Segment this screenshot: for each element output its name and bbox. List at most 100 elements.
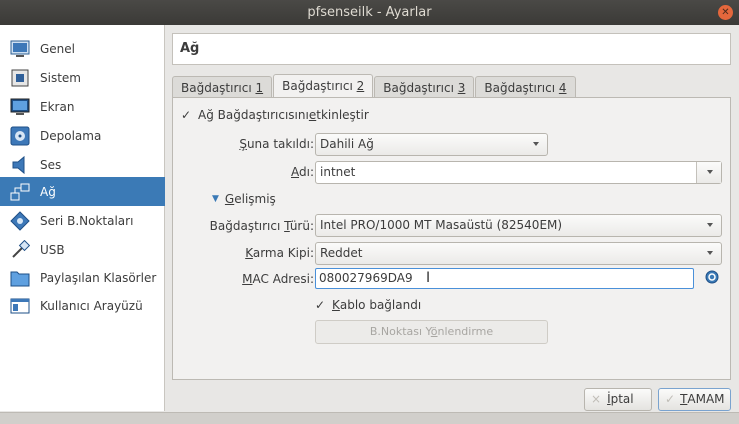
promiscuous-mode-value: Reddet [320, 246, 363, 260]
button-label: B.Noktası Y [369, 325, 431, 338]
adapter-type-select[interactable]: Intel PRO/1000 MT Masaüstü (82540EM) [315, 214, 722, 237]
sidebar-item-ekran[interactable]: Ekran [0, 92, 165, 121]
cancel-icon: × [591, 392, 602, 406]
sidebar-item-kullanici-arayuzu[interactable]: Kullanıcı Arayüzü [0, 291, 165, 320]
attached-to-value: Dahili Ağ [320, 137, 374, 151]
user-interface-icon [9, 295, 31, 317]
usb-plug-icon [9, 239, 31, 261]
settings-sidebar: Genel Sistem Ekran Depolama Ses Ağ Seri … [0, 25, 165, 411]
chevron-down-icon [707, 170, 713, 174]
attached-to-label: Şuna takıldı: [173, 137, 314, 151]
enable-adapter-checkbox[interactable]: ✓ Ağ Bağdaştırıcısını e tkinleştir [181, 108, 369, 122]
sidebar-item-ag[interactable]: Ağ [0, 177, 165, 206]
cancel-button[interactable]: × İptal [584, 388, 652, 411]
network-name-combobox[interactable]: intnet [315, 161, 722, 184]
label-part: dı: [299, 165, 314, 179]
sidebar-item-seri-b-noktalari[interactable]: Seri B.Noktaları [0, 206, 165, 235]
checkmark-icon: ✓ [315, 298, 326, 312]
tab-mnemonic: 4 [558, 81, 567, 95]
refresh-mac-icon[interactable] [704, 269, 720, 285]
label-part: AC Adresi: [252, 272, 315, 286]
network-name-value: intnet [320, 165, 356, 179]
label-part: Bağdaştırıcı [209, 219, 285, 233]
sidebar-item-genel[interactable]: Genel [0, 34, 165, 63]
network-icon [9, 181, 31, 203]
name-label: Adı: [173, 165, 314, 179]
port-forwarding-button[interactable]: B.Noktası Yönlendirme [315, 320, 548, 344]
sidebar-item-paylasilan-klasorler[interactable]: Paylaşılan Klasörler [0, 263, 165, 292]
button-mnemonic: ö [430, 325, 438, 338]
attached-to-select[interactable]: Dahili Ağ [315, 133, 548, 156]
label-mnemonic: M [242, 272, 253, 286]
label-part: arma Kipi: [252, 246, 314, 260]
checkmark-icon: ✓ [181, 108, 192, 122]
sidebar-item-label: Seri B.Noktaları [40, 213, 134, 228]
storage-disk-icon [9, 125, 31, 147]
sidebar-item-label: Kullanıcı Arayüzü [40, 298, 143, 313]
tab-mnemonic: 2 [356, 79, 365, 93]
button-mnemonic: T [680, 392, 688, 406]
advanced-mnemonic: G [224, 192, 235, 206]
display-monitor-icon [9, 96, 31, 118]
sidebar-item-label: Depolama [40, 128, 102, 143]
tab-mnemonic: 1 [255, 81, 264, 95]
audio-speaker-icon [9, 154, 31, 176]
checkbox-label-rest: tkinleştir [316, 108, 369, 122]
label-mnemonic: Ş [239, 137, 247, 151]
label-mnemonic: A [291, 165, 299, 179]
sidebar-item-sistem[interactable]: Sistem [0, 63, 165, 92]
tab-label: Bağdaştırıcı [484, 81, 559, 95]
promiscuous-mode-select[interactable]: Reddet [315, 242, 722, 265]
close-icon[interactable]: ✕ [718, 5, 733, 20]
sidebar-item-label: Sistem [40, 70, 81, 85]
general-monitor-icon [9, 38, 31, 60]
checkbox-label: Ağ Bağdaştırıcısını [198, 108, 309, 122]
mac-address-value: 080027969DA9 [319, 271, 413, 285]
sidebar-item-label: Ses [40, 157, 62, 172]
sidebar-item-depolama[interactable]: Depolama [0, 121, 165, 150]
button-label: AMAM [687, 392, 725, 406]
checkbox-mnemonic: K [332, 298, 340, 312]
sidebar-item-label: USB [40, 242, 65, 257]
expand-triangle-icon: ▼ [212, 194, 219, 204]
network-name-dropdown-button[interactable] [696, 162, 721, 183]
sidebar-item-label: Paylaşılan Klasörler [40, 270, 157, 285]
tab-label: Bağdaştırıcı [383, 81, 458, 95]
advanced-toggle[interactable]: ▼ Gelişmiş [212, 192, 276, 206]
label-mnemonic: K [245, 246, 253, 260]
advanced-label-rest: elişmiş [234, 192, 276, 206]
tab-label: Bağdaştırıcı [282, 79, 357, 93]
label-part: una takıldı: [246, 137, 314, 151]
sidebar-item-label: Ağ [40, 184, 56, 199]
sidebar-item-label: Genel [40, 41, 76, 56]
chevron-down-icon [707, 223, 713, 227]
sidebar-item-usb[interactable]: USB [0, 235, 165, 264]
promiscuous-mode-label: Karma Kipi: [173, 246, 314, 260]
adapter-tabs: Bağdaştırıcı 1 Bağdaştırıcı 2 Bağdaştırı… [172, 74, 577, 100]
mac-address-input[interactable]: 080027969DA9 I [315, 268, 694, 289]
chevron-down-icon [533, 142, 539, 146]
tab-mnemonic: 3 [457, 81, 466, 95]
check-icon: ✓ [665, 392, 676, 406]
checkbox-label-rest: ablo bağlandı [339, 298, 422, 312]
status-bar [0, 412, 739, 424]
system-chip-icon [9, 67, 31, 89]
mac-address-label: MAC Adresi: [173, 272, 314, 286]
ok-button[interactable]: ✓ T AMAM [658, 388, 731, 411]
tab-label: Bağdaştırıcı [181, 81, 256, 95]
chevron-down-icon [707, 251, 713, 255]
sidebar-item-label: Ekran [40, 99, 75, 114]
adapter-type-label: Bağdaştırıcı Türü: [173, 219, 314, 233]
cable-connected-checkbox[interactable]: ✓ Kablo bağlandı [315, 298, 421, 312]
title-bar: pfsenseilk - Ayarlar ✕ [0, 0, 739, 25]
serial-port-icon [9, 210, 31, 232]
checkbox-mnemonic: e [308, 108, 317, 122]
shared-folder-icon [9, 267, 31, 289]
button-label: ptal [610, 392, 634, 406]
button-label-rest: nlendirme [437, 325, 494, 338]
window-title: pfsenseilk - Ayarlar [307, 5, 432, 20]
adapter-panel: ✓ Ağ Bağdaştırıcısını e tkinleştir Şuna t… [172, 97, 731, 380]
page-title: Ağ [172, 33, 731, 65]
sidebar-item-ses[interactable]: Ses [0, 150, 165, 179]
label-part: ürü: [289, 219, 314, 233]
